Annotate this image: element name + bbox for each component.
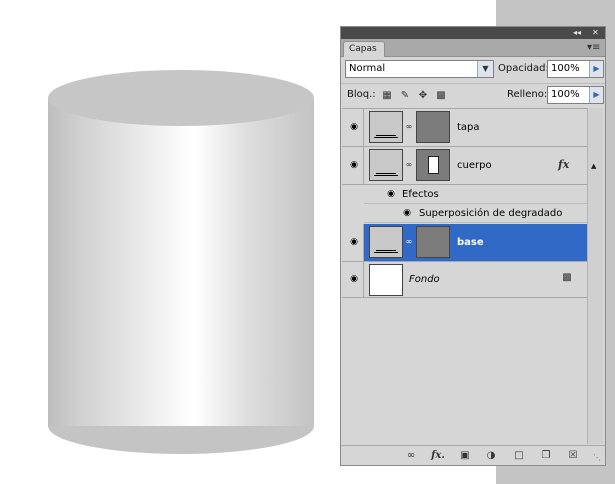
link-layers-icon[interactable]: ∞ [404,450,418,462]
lock-fill-row: Bloq.: ▦ ✎ ✥ ▩ Relleno: 100% ▶ [341,83,605,106]
eye-icon[interactable]: ◉ [347,159,361,171]
lock-all-icon[interactable]: ▩ [435,90,447,102]
layer-name: tapa [457,122,480,133]
fill-value: 100% [551,89,580,100]
eye-icon[interactable]: ◉ [347,121,361,133]
opacity-slider-arrow-icon[interactable]: ▶ [589,61,603,77]
lock-move-icon[interactable]: ✥ [417,90,429,102]
layer-name: base [457,237,484,248]
tab-capas[interactable]: Capas [343,41,385,57]
lock-label: Bloq.: [347,89,376,100]
panel-menu-icon[interactable]: ▾≡ [587,42,600,53]
layer-mask-thumbnail[interactable] [416,111,450,143]
link-chain-icon[interactable]: ∞ [405,236,413,248]
layer-name: Fondo [409,274,440,285]
lock-transparency-icon[interactable]: ▦ [381,90,393,102]
eye-icon[interactable]: ◉ [347,236,361,248]
cylinder-artwork [48,70,314,454]
close-icon[interactable]: ✕ [592,27,599,39]
chevron-down-icon[interactable]: ▼ [477,61,493,77]
panel-tabbar: Capas ▾≡ [341,39,605,57]
cylinder-body [48,98,314,426]
blend-mode-select[interactable]: Normal ▼ [345,60,494,78]
layer-thumbnail [369,111,403,143]
effect-gradient-overlay-row[interactable]: ◉ Superposición de degradado [364,204,588,223]
panel-titlebar: ◂◂ ✕ [341,27,605,39]
opacity-label: Opacidad: [498,63,549,74]
eye-icon[interactable]: ◉ [400,207,414,219]
link-chain-icon[interactable]: ∞ [405,121,413,133]
layer-list: ◉ ∞ tapa ◉ ∞ cuerpo fx ◉ Efectos ◉ Super… [342,108,588,444]
new-layer-icon[interactable]: ❐ [539,450,553,462]
layers-bottom-bar: ∞ fx. ▣ ◑ □ ❐ ☒ ⋱ [341,445,605,465]
fx-icon[interactable]: fx. [429,450,447,462]
layer-thumbnail [369,264,403,296]
new-group-icon[interactable]: □ [512,450,526,462]
collapse-icon[interactable]: ◂◂ [573,27,581,39]
effects-label: Efectos [402,189,439,200]
opacity-input[interactable]: 100% ▶ [547,60,604,78]
eye-icon[interactable]: ◉ [384,188,398,200]
layer-row-base[interactable]: ◉ ∞ base [342,224,588,262]
fx-icon[interactable]: fx [558,158,569,171]
blend-opacity-row: Normal ▼ Opacidad: 100% ▶ [341,58,605,81]
opacity-value: 100% [551,63,580,74]
fill-label: Relleno: [507,89,548,100]
lock-paint-icon[interactable]: ✎ [399,90,411,102]
fill-slider-arrow-icon[interactable]: ▶ [589,87,603,103]
link-chain-icon[interactable]: ∞ [405,159,413,171]
layer-row-fondo[interactable]: ◉ Fondo ▩ [342,262,588,298]
cylinder-top [48,70,314,126]
effects-row[interactable]: ◉ Efectos [364,185,588,204]
layer-thumbnail [369,226,403,258]
fill-input[interactable]: 100% ▶ [547,86,604,104]
layer-name: cuerpo [457,160,492,171]
add-mask-icon[interactable]: ▣ [458,450,472,462]
layer-row-tapa[interactable]: ◉ ∞ tapa [342,109,588,147]
layer-row-cuerpo[interactable]: ◉ ∞ cuerpo fx [342,147,588,185]
effect-name: Superposición de degradado [419,208,563,219]
blend-mode-value: Normal [349,63,386,74]
layer-thumbnail [369,149,403,181]
layer-mask-thumbnail[interactable] [416,226,450,258]
resize-grip-icon[interactable]: ⋱ [593,453,603,463]
eye-icon[interactable]: ◉ [347,273,361,285]
layer-mask-thumbnail[interactable] [416,149,450,181]
lock-icon: ▩ [562,272,572,283]
layers-panel: ◂◂ ✕ Capas ▾≡ Normal ▼ Opacidad: 100% ▶ … [340,26,606,466]
scroll-up-icon[interactable]: ▲ [591,162,599,170]
layer-list-scrollbar[interactable]: ▲ [587,108,603,444]
trash-icon[interactable]: ☒ [566,450,580,462]
adjustment-layer-icon[interactable]: ◑ [484,450,498,462]
